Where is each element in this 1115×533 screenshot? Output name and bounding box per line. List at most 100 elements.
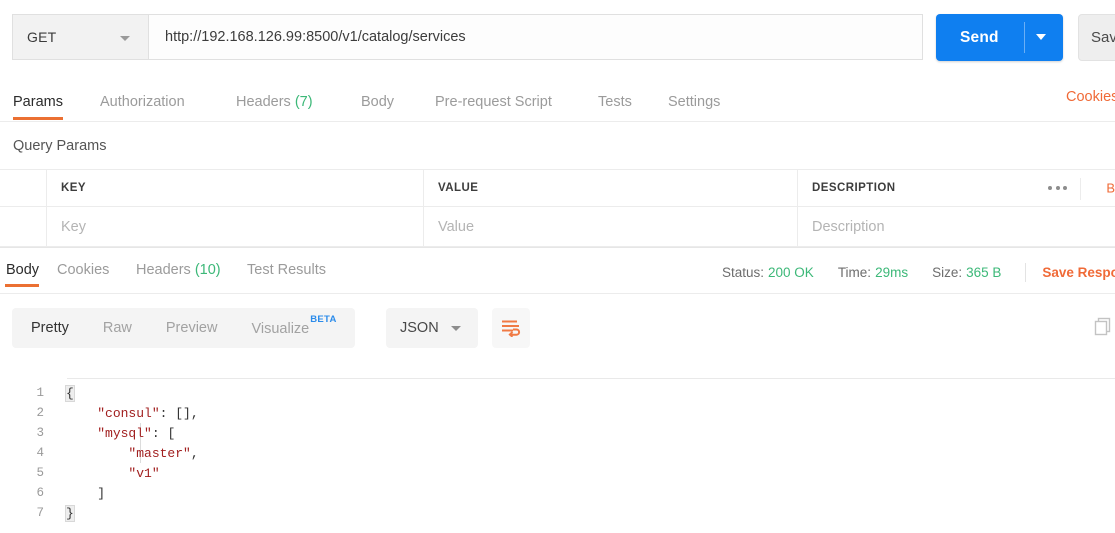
line-number: 7 bbox=[36, 506, 44, 520]
code-token: "mysql" bbox=[97, 425, 152, 441]
meta-divider bbox=[1025, 263, 1027, 282]
cookies-link[interactable]: Cookies bbox=[1066, 89, 1115, 105]
postman-window: GET http://192.168.126.99:8500/v1/catalo… bbox=[0, 0, 1115, 533]
response-tab-body[interactable]: Body bbox=[5, 262, 40, 287]
line-number: 6 bbox=[36, 486, 44, 500]
code-token: { bbox=[65, 384, 75, 402]
code-line: 3 "mysql": [ bbox=[0, 423, 1115, 443]
code-line-text: "v1" bbox=[66, 465, 160, 481]
line-number: 3 bbox=[36, 426, 44, 440]
code-line-text: "mysql": [ bbox=[66, 426, 175, 441]
row-checkbox-cell[interactable] bbox=[0, 207, 47, 246]
body-view-preview[interactable]: Preview bbox=[149, 320, 235, 336]
save-response-link[interactable]: Save Respo bbox=[1042, 265, 1115, 280]
param-description-input[interactable]: Description bbox=[798, 207, 1115, 246]
status-value: 200 OK bbox=[768, 265, 814, 280]
table-row[interactable]: Key Value Description bbox=[0, 207, 1115, 247]
response-tabs-divider bbox=[0, 293, 1115, 294]
code-line: 5 "v1" bbox=[0, 463, 1115, 483]
code-line: 7} bbox=[0, 503, 1115, 523]
code-line: 2 "consul": [], bbox=[0, 403, 1115, 423]
copy-icon bbox=[1094, 317, 1111, 336]
body-format-label: JSON bbox=[400, 320, 439, 336]
response-tab-headers[interactable]: Headers (10) bbox=[136, 262, 221, 278]
request-tabs: Params Authorization Headers (7) Body Pre-re… bbox=[0, 84, 1115, 122]
column-header-key: KEY bbox=[61, 182, 86, 194]
line-number: 4 bbox=[36, 446, 44, 460]
query-params-title: Query Params bbox=[13, 138, 107, 154]
size-label: Size: bbox=[932, 265, 963, 280]
tab-params[interactable]: Params bbox=[13, 89, 63, 120]
code-token: [ bbox=[167, 425, 176, 441]
code-token: , bbox=[190, 445, 199, 461]
send-chevron-down-icon[interactable] bbox=[1036, 34, 1046, 40]
header-value-cell: VALUE bbox=[424, 170, 798, 206]
time-value: 29ms bbox=[875, 265, 909, 280]
line-number: 5 bbox=[36, 466, 44, 480]
header-key-cell: KEY bbox=[47, 170, 424, 206]
request-url-bar: GET http://192.168.126.99:8500/v1/catalo… bbox=[0, 0, 1115, 76]
url-input[interactable]: http://192.168.126.99:8500/v1/catalog/se… bbox=[148, 14, 923, 60]
line-number: 2 bbox=[36, 406, 44, 420]
column-header-description: DESCRIPTION bbox=[812, 182, 896, 194]
body-view-pretty[interactable]: Pretty bbox=[14, 320, 86, 336]
response-body-code[interactable]: 1{2 "consul": [], 3 "mysql": [4 "master",… bbox=[0, 383, 1115, 523]
body-view-raw[interactable]: Raw bbox=[86, 320, 149, 336]
response-tab-label: Headers bbox=[136, 262, 191, 278]
column-header-value: VALUE bbox=[438, 182, 479, 194]
body-view-visualize[interactable]: VisualizeBETA bbox=[234, 314, 352, 337]
request-tabs-divider bbox=[0, 121, 1115, 122]
response-tab-label: Cookies bbox=[57, 262, 110, 278]
tab-tests[interactable]: Tests bbox=[598, 89, 632, 110]
tab-body[interactable]: Body bbox=[361, 89, 394, 110]
tab-label: Authorization bbox=[100, 94, 185, 110]
ellipsis-icon[interactable] bbox=[1048, 186, 1067, 190]
response-tab-cookies[interactable]: Cookies bbox=[57, 262, 109, 278]
tab-label: Tests bbox=[598, 94, 632, 110]
header-description-cell: DESCRIPTION B bbox=[798, 170, 1115, 206]
word-wrap-icon bbox=[502, 320, 521, 337]
header-checkbox-cell bbox=[0, 170, 47, 206]
param-value-input[interactable]: Value bbox=[424, 207, 798, 246]
response-tab-active-underline bbox=[5, 284, 40, 287]
save-button[interactable]: Save bbox=[1078, 14, 1115, 61]
status-label: Status: bbox=[722, 265, 765, 280]
response-tab-test-results[interactable]: Test Results bbox=[247, 262, 326, 278]
chevron-down-icon bbox=[120, 36, 130, 41]
send-button[interactable]: Send bbox=[936, 14, 1063, 61]
url-text: http://192.168.126.99:8500/v1/catalog/se… bbox=[165, 29, 466, 45]
tab-label: Params bbox=[13, 94, 63, 110]
tab-pre-request-script[interactable]: Pre-request Script bbox=[435, 89, 552, 110]
status-badge: Status: 200 OK bbox=[722, 265, 814, 280]
chevron-down-icon bbox=[451, 326, 461, 331]
tab-label: Pre-request Script bbox=[435, 94, 552, 110]
param-key-placeholder: Key bbox=[61, 218, 86, 235]
code-line: 4 "master", bbox=[0, 443, 1115, 463]
http-method-label: GET bbox=[27, 29, 57, 45]
response-divider bbox=[0, 247, 1115, 248]
code-line-text: "consul": [], bbox=[66, 405, 198, 421]
copy-button[interactable] bbox=[1093, 316, 1115, 340]
tab-label: Settings bbox=[668, 94, 721, 110]
body-format-select[interactable]: JSON bbox=[386, 308, 478, 348]
code-line: 6 ] bbox=[0, 483, 1115, 503]
body-view-label: Pretty bbox=[31, 320, 69, 336]
http-method-select[interactable]: GET bbox=[12, 14, 148, 60]
tab-headers[interactable]: Headers (7) bbox=[236, 89, 313, 110]
bulk-edit-link[interactable]: B bbox=[1106, 181, 1115, 196]
code-line-text: { bbox=[65, 384, 75, 402]
param-key-input[interactable]: Key bbox=[47, 207, 424, 246]
response-tab-label: Body bbox=[6, 262, 40, 278]
code-token: "v1" bbox=[128, 465, 160, 481]
code-token: "consul" bbox=[97, 405, 160, 421]
code-line-text: "master", bbox=[66, 445, 199, 461]
code-line: 1{ bbox=[0, 383, 1115, 403]
tab-settings[interactable]: Settings bbox=[668, 89, 720, 110]
param-value-placeholder: Value bbox=[438, 218, 475, 235]
time-badge: Time: 29ms bbox=[838, 265, 908, 280]
tab-authorization[interactable]: Authorization bbox=[100, 89, 185, 110]
send-divider bbox=[1024, 22, 1025, 53]
response-tab-count: (10) bbox=[190, 262, 221, 278]
word-wrap-button[interactable] bbox=[492, 308, 530, 348]
body-view-switcher: Pretty Raw Preview VisualizeBETA bbox=[12, 308, 355, 348]
